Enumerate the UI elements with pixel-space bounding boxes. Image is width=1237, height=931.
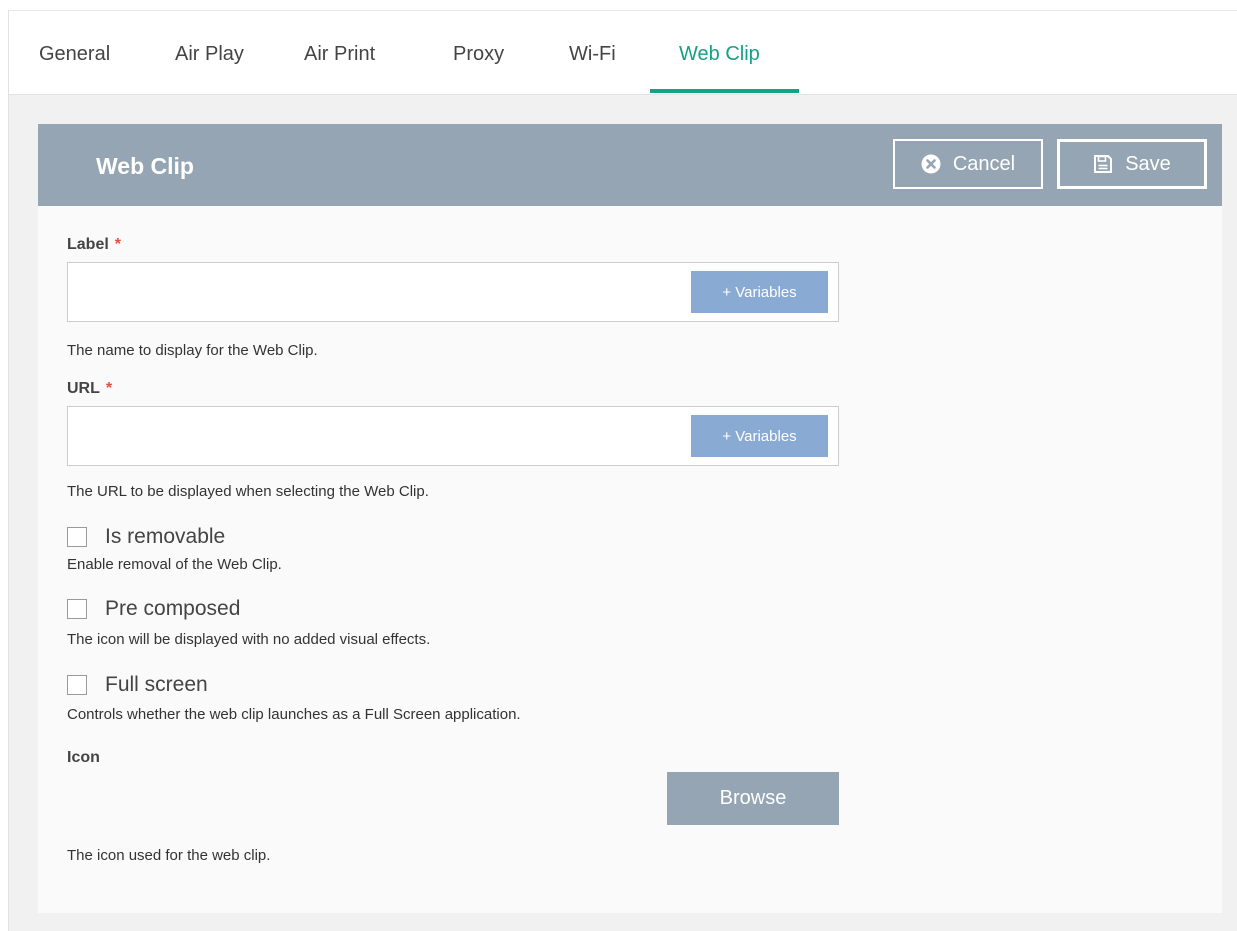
tab-air-play[interactable]: Air Play (175, 43, 244, 66)
pre-composed-row: Pre composed (67, 597, 240, 621)
browse-button[interactable]: Browse (667, 772, 839, 825)
label-variables-button[interactable]: + Variables (691, 271, 828, 313)
icon-field-label: Icon (67, 749, 100, 766)
label-field-label-text: Label (67, 236, 109, 253)
url-field-label-text: URL (67, 380, 100, 397)
required-mark: * (114, 236, 122, 253)
tab-web-clip[interactable]: Web Clip (679, 43, 760, 66)
is-removable-help-text: Enable removal of the Web Clip. (67, 556, 282, 573)
is-removable-checkbox[interactable] (67, 527, 87, 547)
active-tab-indicator (650, 89, 799, 93)
web-clip-panel: Web Clip Cancel Save Label * + Variables… (38, 124, 1222, 913)
pre-composed-checkbox[interactable] (67, 599, 87, 619)
full-screen-checkbox[interactable] (67, 675, 87, 695)
is-removable-row: Is removable (67, 525, 225, 549)
url-variables-button[interactable]: + Variables (691, 415, 828, 457)
tab-wi-fi[interactable]: Wi-Fi (569, 43, 616, 66)
panel-header: Web Clip Cancel Save (38, 124, 1222, 206)
tab-proxy[interactable]: Proxy (453, 43, 504, 66)
icon-help-text: The icon used for the web clip. (67, 847, 271, 864)
is-removable-label[interactable]: Is removable (105, 525, 225, 549)
tab-general[interactable]: General (39, 43, 110, 66)
floppy-disk-icon (1093, 154, 1113, 174)
pre-composed-help-text: The icon will be displayed with no added… (67, 631, 431, 648)
url-help-text: The URL to be displayed when selecting t… (67, 483, 429, 500)
cancel-button[interactable]: Cancel (893, 139, 1043, 189)
tab-bar: General Air Play Air Print Proxy Wi-Fi W… (9, 11, 1237, 95)
x-circle-icon (921, 154, 941, 174)
full-screen-row: Full screen (67, 673, 208, 697)
tab-air-print[interactable]: Air Print (304, 43, 375, 66)
cancel-button-label: Cancel (952, 152, 1016, 175)
save-button-label: Save (1125, 152, 1171, 175)
label-help-text: The name to display for the Web Clip. (67, 342, 318, 359)
required-mark: * (105, 380, 113, 397)
label-input[interactable]: + Variables (67, 262, 839, 322)
url-field-label: URL * (67, 380, 112, 398)
url-input[interactable]: + Variables (67, 406, 839, 466)
save-button[interactable]: Save (1057, 139, 1207, 189)
full-screen-help-text: Controls whether the web clip launches a… (67, 706, 521, 723)
label-field-label: Label * (67, 236, 121, 254)
panel-title: Web Clip (96, 153, 194, 179)
pre-composed-label[interactable]: Pre composed (105, 597, 240, 621)
full-screen-label[interactable]: Full screen (105, 673, 208, 697)
